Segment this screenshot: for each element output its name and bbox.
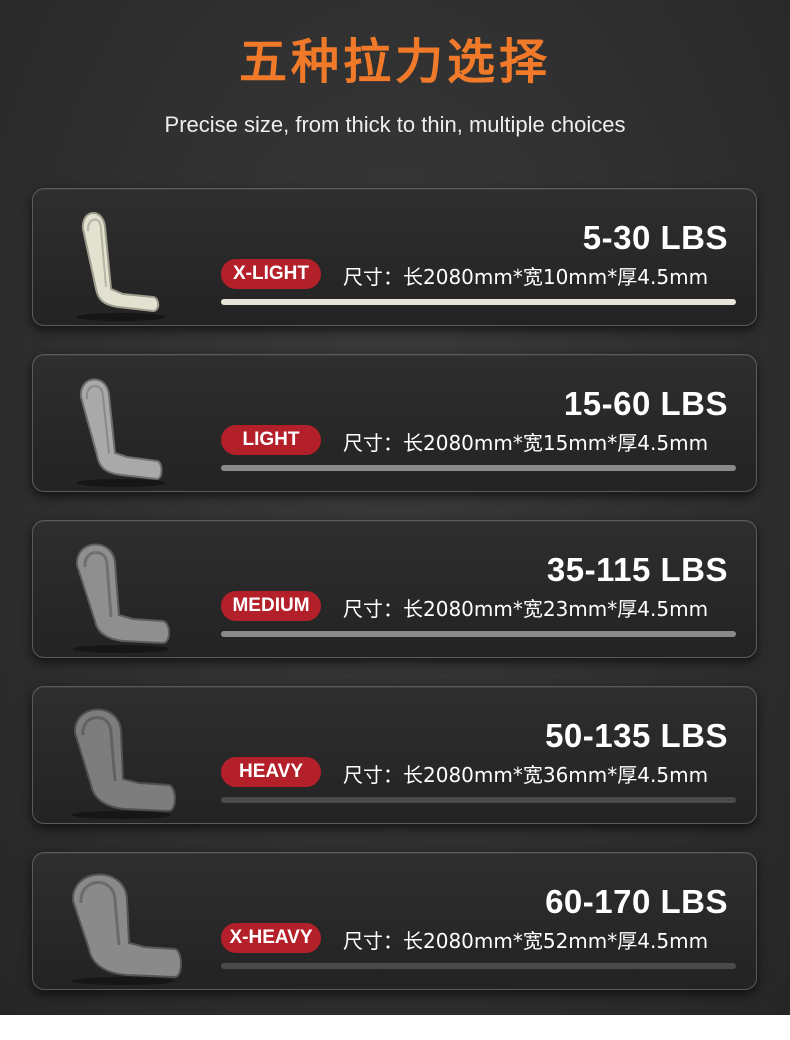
tension-range: 60-170 LBS [545, 883, 728, 920]
band-card-x-light: 5-30 LBS X-LIGHT 尺寸：长2080mm*宽10mm*厚4.5mm [32, 188, 757, 326]
size-spec: 尺寸：长2080mm*宽52mm*厚4.5mm [343, 929, 709, 953]
product-panel: 五种拉力选择 Precise size, from thick to thin,… [0, 0, 790, 1015]
band-color-bar [221, 465, 736, 471]
tension-range: 15-60 LBS [563, 385, 728, 422]
band-color-bar [221, 797, 736, 803]
tension-range: 50-135 LBS [545, 717, 728, 754]
band-card-x-heavy: 60-170 LBS X-HEAVY 尺寸：长2080mm*宽52mm*厚4.5… [32, 852, 757, 990]
resistance-band-image [71, 708, 176, 819]
band-card-light: 15-60 LBS LIGHT 尺寸：长2080mm*宽15mm*厚4.5mm [32, 354, 757, 492]
size-spec: 尺寸：长2080mm*宽15mm*厚4.5mm [343, 431, 709, 455]
band-card-medium: 35-115 LBS MEDIUM 尺寸：长2080mm*宽23mm*厚4.5m… [32, 520, 757, 658]
tension-range: 5-30 LBS [582, 219, 728, 256]
resistance-band-image [73, 543, 170, 653]
band-color-bar [221, 963, 736, 969]
page-subtitle: Precise size, from thick to thin, multip… [164, 112, 626, 137]
size-spec: 尺寸：长2080mm*宽10mm*厚4.5mm [343, 265, 709, 289]
level-badge: LIGHT [221, 425, 321, 455]
band-color-bar [221, 299, 736, 305]
level-badge: X-LIGHT [221, 259, 321, 289]
size-spec: 尺寸：长2080mm*宽36mm*厚4.5mm [343, 763, 709, 787]
size-spec: 尺寸：长2080mm*宽23mm*厚4.5mm [343, 597, 709, 621]
band-color-bar [221, 631, 736, 637]
level-badge: HEAVY [221, 757, 321, 787]
level-badge: MEDIUM [221, 591, 321, 621]
tension-range: 35-115 LBS [546, 551, 728, 588]
resistance-band-image [76, 212, 166, 321]
band-card-heavy: 50-135 LBS HEAVY 尺寸：长2080mm*宽36mm*厚4.5mm [32, 686, 757, 824]
resistance-band-image [71, 873, 182, 985]
level-badge: X-HEAVY [221, 923, 321, 953]
resistance-band-image [76, 378, 166, 487]
page-title: 五种拉力选择 [238, 34, 551, 90]
